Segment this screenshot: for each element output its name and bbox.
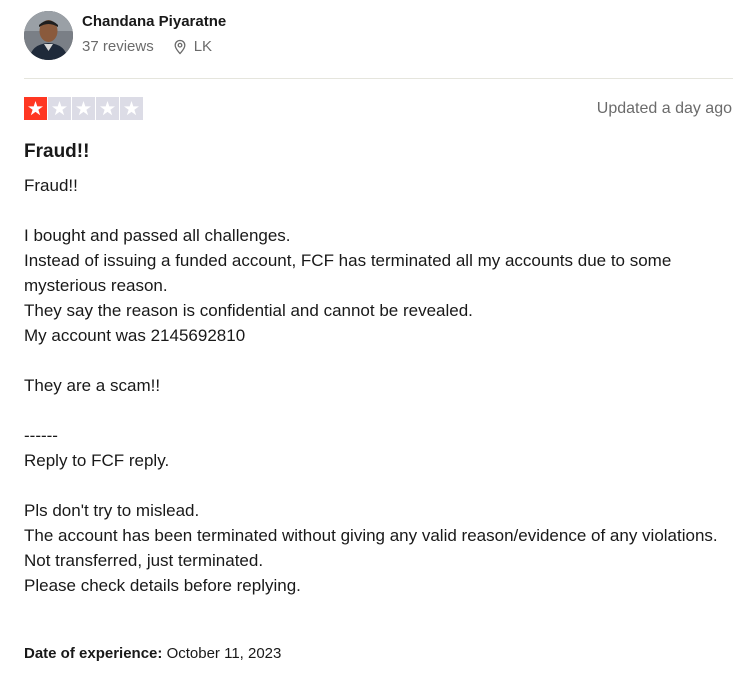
review-text-line: Not transferred, just terminated. bbox=[24, 551, 264, 570]
reviewer-name[interactable]: Chandana Piyaratne bbox=[82, 13, 226, 30]
star-icon bbox=[48, 97, 71, 120]
reviewer-meta: 37 reviews LK bbox=[82, 38, 212, 55]
updated-date: Updated a day ago bbox=[596, 100, 732, 117]
review-text-line: Please check details before replying. bbox=[24, 576, 301, 595]
review-text-line: The account has been terminated without … bbox=[24, 526, 718, 545]
review-body: Fraud!! I bought and passed all challenge… bbox=[24, 173, 724, 598]
location-pin-icon bbox=[172, 39, 188, 55]
review-text-line: My account was 2145692810 bbox=[24, 326, 246, 345]
experience-date: October 11, 2023 bbox=[166, 645, 282, 662]
star-rating bbox=[24, 97, 143, 120]
review-text-line: They are a scam!! bbox=[24, 376, 161, 395]
header-divider bbox=[24, 78, 733, 79]
reviewer-location: LK bbox=[172, 38, 212, 55]
star-icon bbox=[120, 97, 143, 120]
star-icon bbox=[96, 97, 119, 120]
review-text-line: I bought and passed all challenges. bbox=[24, 226, 291, 245]
experience-label: Date of experience: bbox=[24, 645, 163, 662]
review-text-line: Instead of issuing a funded account, FCF… bbox=[24, 251, 672, 295]
review-text-line: Reply to FCF reply. bbox=[24, 451, 170, 470]
review-title: Fraud!! bbox=[24, 141, 90, 162]
star-icon bbox=[24, 97, 47, 120]
location-code: LK bbox=[193, 38, 213, 55]
star-icon bbox=[72, 97, 95, 120]
review-card: Chandana Piyaratne 37 reviews LK Updated… bbox=[0, 0, 741, 673]
review-text-line: Pls don't try to mislead. bbox=[24, 501, 200, 520]
date-of-experience: Date of experience: October 11, 2023 bbox=[24, 645, 281, 662]
review-text-line: ------ bbox=[24, 426, 58, 445]
review-text-line: They say the reason is confidential and … bbox=[24, 301, 473, 320]
review-text-line: Fraud!! bbox=[24, 176, 78, 195]
review-count: 37 reviews bbox=[82, 38, 154, 55]
avatar[interactable] bbox=[24, 11, 73, 60]
